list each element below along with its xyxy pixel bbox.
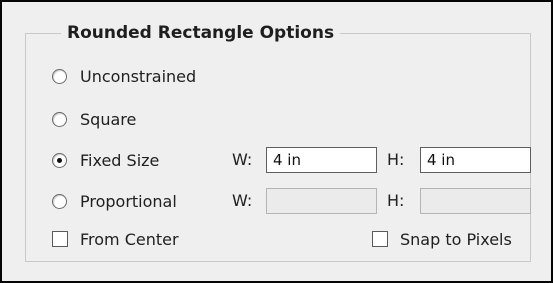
radio-button-icon[interactable]: [52, 68, 67, 84]
radio-square[interactable]: Square: [52, 108, 136, 130]
radio-selected-icon[interactable]: [52, 152, 67, 168]
group-title: Rounded Rectangle Options: [61, 22, 341, 44]
radio-proportional-label: Proportional: [80, 191, 177, 211]
fixed-width-input[interactable]: 4 in: [266, 147, 377, 173]
proportional-height-label: H:: [387, 191, 405, 210]
proportional-width-input: [266, 188, 377, 214]
radio-button-icon[interactable]: [52, 193, 67, 209]
from-center-label: From Center: [80, 229, 179, 249]
snap-to-pixels-checkbox[interactable]: Snap to Pixels: [372, 228, 512, 250]
from-center-checkbox[interactable]: From Center: [52, 228, 179, 250]
proportional-height-input: [420, 188, 531, 214]
radio-fixed-size-label: Fixed Size: [80, 150, 160, 170]
fixed-width-label: W:: [232, 150, 253, 169]
options-panel: Rounded Rectangle Options Unconstrained …: [0, 0, 553, 283]
checkbox-icon[interactable]: [52, 231, 68, 247]
radio-unconstrained[interactable]: Unconstrained: [52, 65, 196, 87]
radio-dot-icon: [57, 157, 62, 163]
checkbox-icon[interactable]: [372, 231, 388, 247]
radio-proportional[interactable]: Proportional: [52, 190, 177, 212]
radio-fixed-size[interactable]: Fixed Size: [52, 149, 159, 171]
proportional-width-label: W:: [232, 191, 253, 210]
radio-square-label: Square: [80, 109, 137, 129]
snap-to-pixels-label: Snap to Pixels: [400, 229, 512, 249]
radio-button-icon[interactable]: [52, 111, 67, 127]
fixed-height-label: H:: [387, 150, 405, 169]
radio-unconstrained-label: Unconstrained: [80, 66, 197, 86]
fixed-height-input[interactable]: 4 in: [420, 147, 531, 173]
